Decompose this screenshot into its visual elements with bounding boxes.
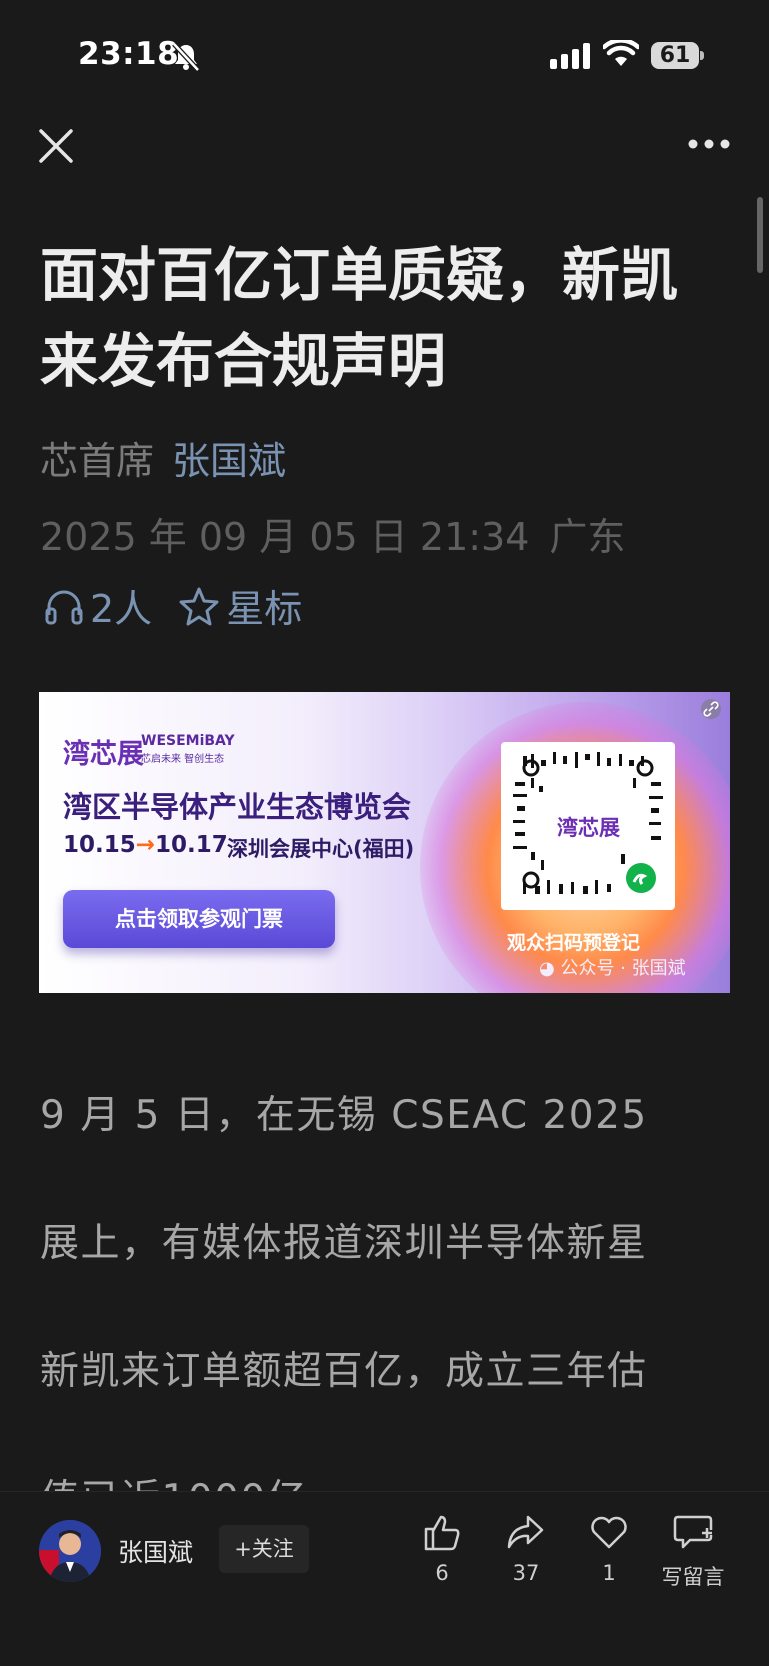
get-ticket-button[interactable]: 点击领取参观门票	[63, 890, 335, 948]
banner-logo: 湾芯展	[63, 739, 144, 770]
wifi-icon	[603, 40, 639, 66]
article-title-line1: 面对百亿订单质疑，新凯	[40, 241, 679, 309]
author-avatar[interactable]	[39, 1520, 101, 1582]
arrow-right-icon: →	[135, 832, 156, 858]
author-link[interactable]: 张国斌	[172, 439, 286, 483]
share-count: 37	[512, 1561, 540, 1585]
publish-location: 广东	[549, 515, 626, 559]
star-label[interactable]: 星标	[226, 578, 302, 633]
signal-icon	[550, 43, 590, 69]
banner-heading: 湾区半导体产业生态博览会	[63, 790, 412, 824]
link-icon[interactable]	[701, 699, 721, 719]
author-row: 芯首席 张国斌	[40, 430, 286, 485]
publish-info: 2025 年 09 月 05 日 21:34 广东	[40, 506, 625, 561]
follow-button[interactable]: +关注	[219, 1525, 309, 1573]
banner-logo-sub: 芯启未来 智创生态	[141, 754, 225, 765]
comment-icon	[673, 1515, 713, 1549]
comment-label: 写留言	[661, 1565, 725, 1589]
mute-bell-icon	[172, 42, 200, 72]
star-icon[interactable]	[178, 586, 220, 626]
share-button[interactable]: 37	[484, 1513, 568, 1585]
banner-watermark-text: 公众号 · 张国斌	[560, 958, 686, 979]
scrollbar[interactable]	[757, 197, 763, 273]
paragraph-line: 展上，有媒体报道深圳半导体新星	[40, 1221, 648, 1266]
banner-venue: 深圳会展中心(福田)	[227, 837, 415, 861]
favorite-count: 1	[602, 1561, 616, 1585]
article-title: 面对百亿订单质疑，新凯 来发布合规声明	[40, 232, 740, 404]
bottom-author-name[interactable]: 张国斌	[118, 1533, 193, 1569]
heart-icon	[591, 1516, 627, 1549]
banner-date-start: 10.15	[63, 832, 136, 858]
qr-center-text: 湾芯展	[557, 816, 620, 840]
qr-caption: 观众扫码预登记	[507, 932, 641, 954]
account-name[interactable]: 芯首席	[40, 439, 154, 483]
qr-code[interactable]: 湾芯展	[501, 742, 675, 910]
battery-indicator: 61	[651, 42, 699, 69]
paragraph-line: 9 月 5 日，在无锡 CSEAC 2025	[40, 1093, 648, 1138]
wechat-icon: ◕	[539, 958, 555, 979]
comment-button[interactable]: 写留言	[651, 1513, 735, 1591]
like-count: 6	[435, 1561, 449, 1585]
event-banner[interactable]: 湾芯展 WESEMiBAY 芯启未来 智创生态 湾区半导体产业生态博览会 10.…	[39, 692, 730, 993]
article-title-line2: 来发布合规声明	[40, 327, 447, 395]
battery-tip	[700, 51, 704, 60]
close-icon[interactable]	[38, 128, 74, 164]
banner-dates: 10.15→10.17	[63, 832, 228, 858]
banner-date-end: 10.17	[155, 832, 228, 858]
thumbs-up-icon	[424, 1515, 460, 1551]
meta-row: 2人 星标	[44, 578, 302, 633]
status-time: 23:18	[78, 36, 180, 72]
like-button[interactable]: 6	[400, 1513, 484, 1585]
headphones-icon[interactable]	[44, 587, 84, 625]
banner-logo-en: WESEMiBAY	[141, 733, 235, 749]
more-options-icon[interactable]	[688, 138, 730, 150]
paragraph-line: 新凯来订单额超百亿，成立三年估	[40, 1349, 648, 1394]
listener-count[interactable]: 2人	[90, 578, 152, 633]
favorite-button[interactable]: 1	[567, 1513, 651, 1585]
banner-watermark: ◕ 公众号 · 张国斌	[539, 954, 686, 980]
publish-date: 2025 年 09 月 05 日 21:34	[40, 515, 530, 559]
share-icon	[507, 1515, 544, 1549]
